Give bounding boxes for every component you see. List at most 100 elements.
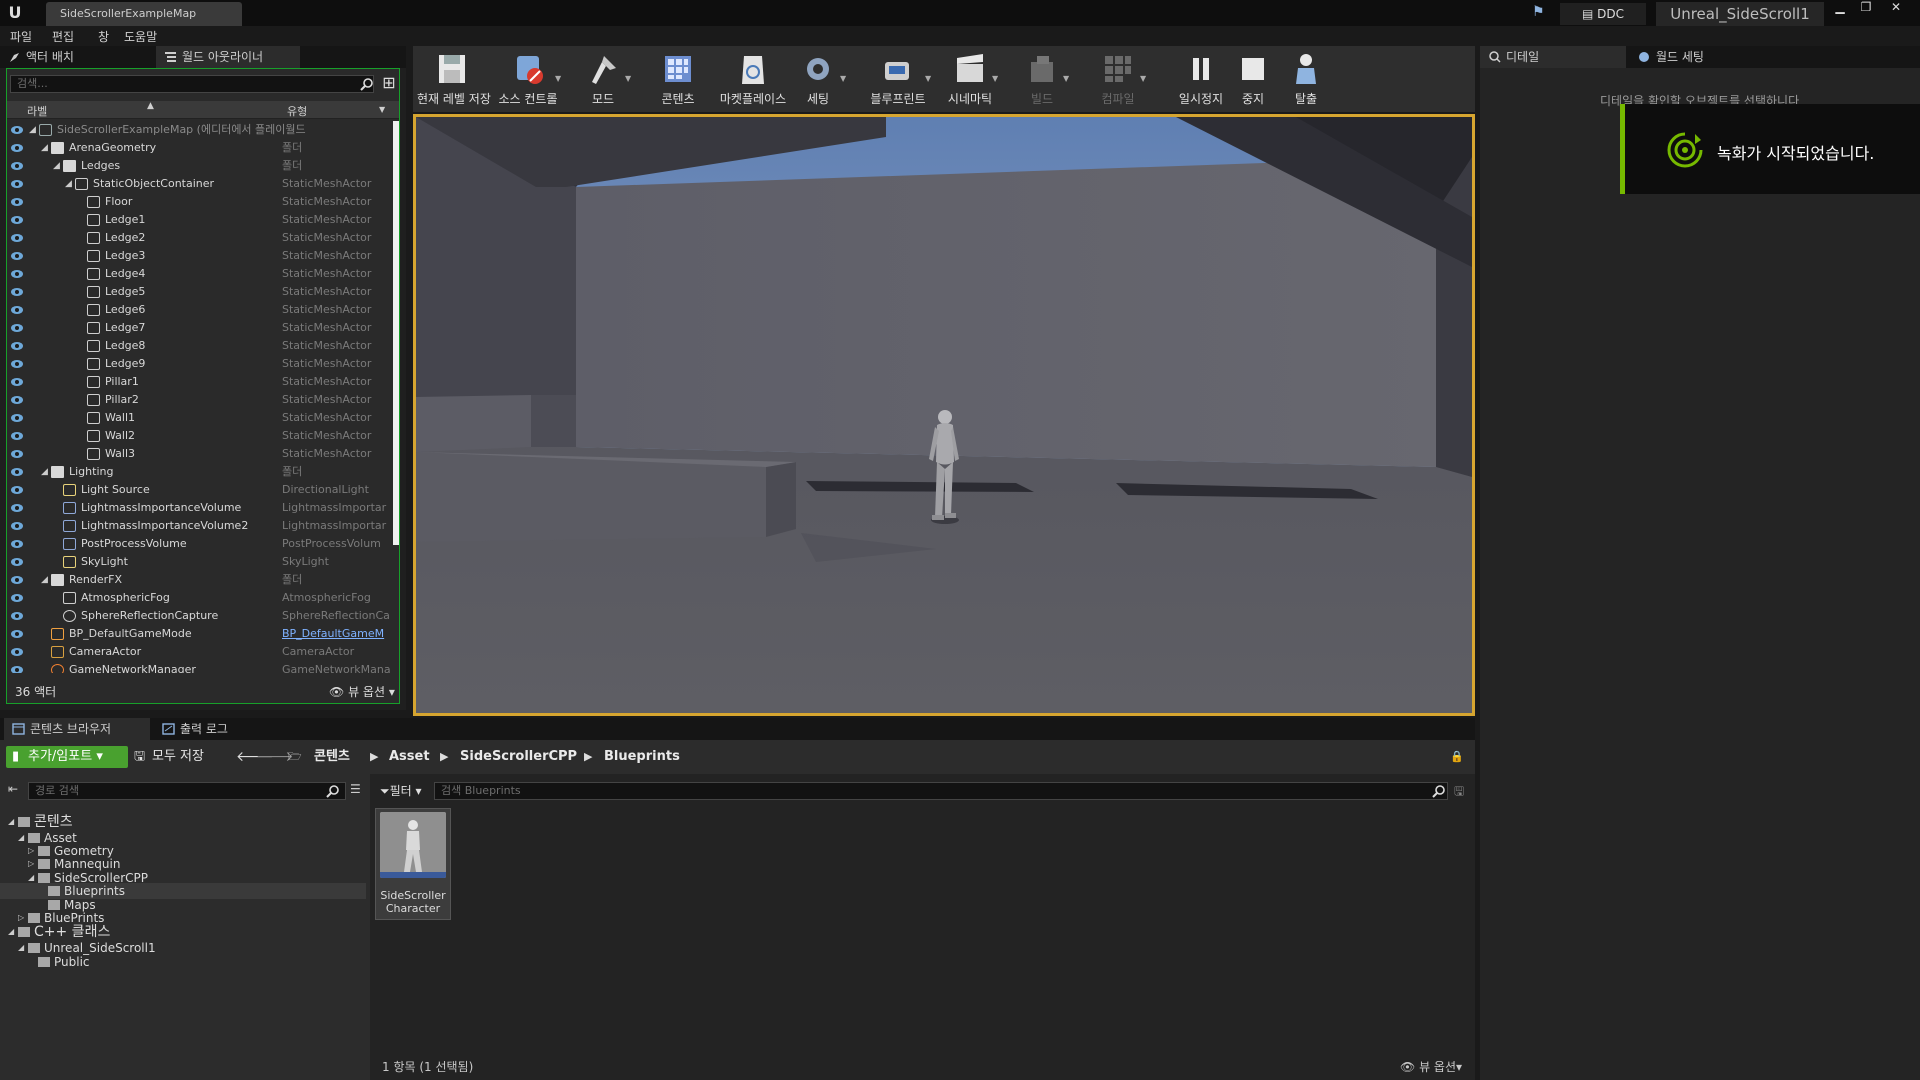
toolbar-button-blueprint[interactable]: ▼ 블루프린트 (863, 46, 933, 110)
outliner-row[interactable]: SkyLight SkyLight (7, 553, 391, 571)
dropdown-arrow-icon[interactable]: ▼ (1140, 74, 1146, 83)
visibility-eye-icon[interactable] (11, 126, 23, 134)
visibility-eye-icon[interactable] (11, 504, 23, 512)
outliner-row[interactable]: ◢ StaticObjectContainer StaticMeshActor (7, 175, 391, 193)
outliner-row[interactable]: Ledge1 StaticMeshActor (7, 211, 391, 229)
visibility-eye-icon[interactable] (11, 558, 23, 566)
collapse-sources-icon[interactable]: ⇤ (8, 782, 18, 796)
visibility-eye-icon[interactable] (11, 486, 23, 494)
visibility-eye-icon[interactable] (11, 270, 23, 278)
expand-arrow-icon[interactable]: ◢ (41, 571, 48, 589)
tab-place-actors[interactable]: 액터 배치 (0, 46, 156, 68)
dropdown-arrow-icon[interactable]: ▼ (992, 74, 998, 83)
outliner-row[interactable]: Floor StaticMeshActor (7, 193, 391, 211)
outliner-scrollbar[interactable] (393, 121, 399, 545)
visibility-eye-icon[interactable] (11, 342, 23, 350)
outliner-row[interactable]: ◢ Lighting 폴더 (7, 463, 391, 481)
visibility-eye-icon[interactable] (11, 468, 23, 476)
outliner-row[interactable]: Wall2 StaticMeshActor (7, 427, 391, 445)
toolbar-button-eject[interactable]: 탈출 (1278, 46, 1334, 110)
toolbar-button-source-control[interactable]: ▼ 소스 컨트롤 (493, 46, 563, 110)
outliner-row[interactable]: Ledge6 StaticMeshActor (7, 301, 391, 319)
dropdown-arrow-icon[interactable]: ▼ (925, 74, 931, 83)
menu-edit[interactable]: 편집 (52, 28, 74, 45)
dropdown-arrow-icon[interactable]: ▼ (625, 74, 631, 83)
lock-icon[interactable]: 🔒 (1450, 746, 1464, 768)
toolbar-button-stop[interactable]: 중지 (1228, 46, 1278, 110)
outliner-row[interactable]: Ledge3 StaticMeshActor (7, 247, 391, 265)
visibility-eye-icon[interactable] (11, 414, 23, 422)
path-search-input[interactable]: 경로 검색 (28, 782, 346, 800)
tree-item[interactable]: Public (0, 954, 366, 970)
visibility-eye-icon[interactable] (11, 630, 23, 638)
breadcrumb-sep-icon[interactable]: ▶ (440, 746, 448, 768)
visibility-eye-icon[interactable] (11, 378, 23, 386)
menu-help[interactable]: 도움말 (124, 28, 157, 45)
list-view-icon[interactable]: ☰ (350, 782, 361, 796)
column-type-header[interactable]: 유형 (287, 103, 307, 119)
breadcrumb-sidescrollercpp[interactable]: SideScrollerCPP (460, 746, 577, 768)
menu-file[interactable]: 파일 (10, 28, 32, 45)
visibility-eye-icon[interactable] (11, 648, 23, 656)
dropdown-arrow-icon[interactable]: ▼ (555, 74, 561, 83)
outliner-row[interactable]: Ledge2 StaticMeshActor (7, 229, 391, 247)
visibility-eye-icon[interactable] (11, 666, 23, 673)
save-search-icon[interactable]: 🖫 (1454, 782, 1464, 803)
column-label-header[interactable]: 라벨 (27, 103, 47, 119)
tree-item[interactable]: ◢ 콘텐츠 (0, 814, 366, 830)
outliner-row[interactable]: Wall1 StaticMeshActor (7, 409, 391, 427)
outliner-row[interactable]: ◢ ArenaGeometry 폴더 (7, 139, 391, 157)
outliner-row[interactable]: Pillar1 StaticMeshActor (7, 373, 391, 391)
visibility-eye-icon[interactable] (11, 144, 23, 152)
add-import-button[interactable]: ▮ 추가/임포트 ▾ (6, 746, 128, 768)
asset-tile[interactable]: SideScroller Character (375, 808, 451, 920)
outliner-row[interactable]: Pillar2 StaticMeshActor (7, 391, 391, 409)
outliner-row[interactable]: Ledge4 StaticMeshActor (7, 265, 391, 283)
asset-view-options-button[interactable]: 👁 뷰 옵션▾ (1400, 1058, 1462, 1075)
asset-search-icon[interactable] (1432, 784, 1446, 798)
tab-details[interactable]: 디테일 (1480, 46, 1626, 68)
expand-arrow-icon[interactable]: ◢ (41, 463, 48, 481)
breadcrumb-blueprints[interactable]: Blueprints (604, 746, 680, 768)
visibility-eye-icon[interactable] (11, 540, 23, 548)
outliner-row[interactable]: PostProcessVolume PostProcessVolum (7, 535, 391, 553)
path-search-icon[interactable] (326, 784, 340, 798)
toolbar-button-settings[interactable]: ▼ 세팅 (788, 46, 848, 110)
breadcrumb-asset[interactable]: Asset (389, 746, 430, 768)
minimize-icon[interactable]: ▁ (1828, 0, 1852, 16)
outliner-row[interactable]: ◢ RenderFX 폴더 (7, 571, 391, 589)
visibility-eye-icon[interactable] (11, 432, 23, 440)
toolbar-button-save[interactable]: 현재 레벨 저장 (417, 46, 491, 110)
menu-window[interactable]: 창 (98, 28, 109, 45)
toolbar-button-pause[interactable]: 일시정지 (1171, 46, 1231, 110)
outliner-row[interactable]: LightmassImportanceVolume LightmassImport… (7, 499, 391, 517)
visibility-eye-icon[interactable] (11, 198, 23, 206)
outliner-row[interactable]: Wall3 StaticMeshActor (7, 445, 391, 463)
visibility-eye-icon[interactable] (11, 396, 23, 404)
breadcrumb-content[interactable]: 콘텐츠 (314, 746, 350, 768)
tree-item[interactable]: ◢ C++ 클래스 (0, 924, 366, 940)
toolbar-button-cinematics[interactable]: ▼ 시네마틱 (940, 46, 1000, 110)
visibility-eye-icon[interactable] (11, 216, 23, 224)
outliner-search-input[interactable]: 검색... (10, 75, 374, 93)
tab-world-outliner[interactable]: 월드 아웃라이너 (156, 46, 300, 68)
outliner-row[interactable]: SphereReflectionCapture SphereReflectionC… (7, 607, 391, 625)
tree-expand-icon[interactable]: ◢ (8, 814, 14, 830)
visibility-eye-icon[interactable] (11, 522, 23, 530)
visibility-eye-icon[interactable] (11, 360, 23, 368)
toolbar-button-compile[interactable]: ▼ 컴파일 (1088, 46, 1148, 110)
toolbar-button-content[interactable]: 콘텐츠 (650, 46, 706, 110)
close-icon[interactable]: ✕ (1884, 0, 1908, 16)
dropdown-arrow-icon[interactable]: ▼ (840, 74, 846, 83)
visibility-eye-icon[interactable] (11, 324, 23, 332)
outliner-row[interactable]: ◢ SideScrollerExampleMap (에디터에서 플레이월드 (7, 121, 391, 139)
visibility-eye-icon[interactable] (11, 234, 23, 242)
visibility-eye-icon[interactable] (11, 162, 23, 170)
visibility-eye-icon[interactable] (11, 612, 23, 620)
header-dropdown-icon[interactable]: ▼ (379, 105, 385, 114)
expand-arrow-icon[interactable]: ◢ (29, 121, 36, 139)
dropdown-arrow-icon[interactable]: ▼ (1063, 74, 1069, 83)
visibility-eye-icon[interactable] (11, 252, 23, 260)
tab-content-browser[interactable]: 콘텐츠 브라우저 (4, 718, 150, 740)
outliner-row[interactable]: GameNetworkManager GameNetworkMana (7, 661, 391, 673)
